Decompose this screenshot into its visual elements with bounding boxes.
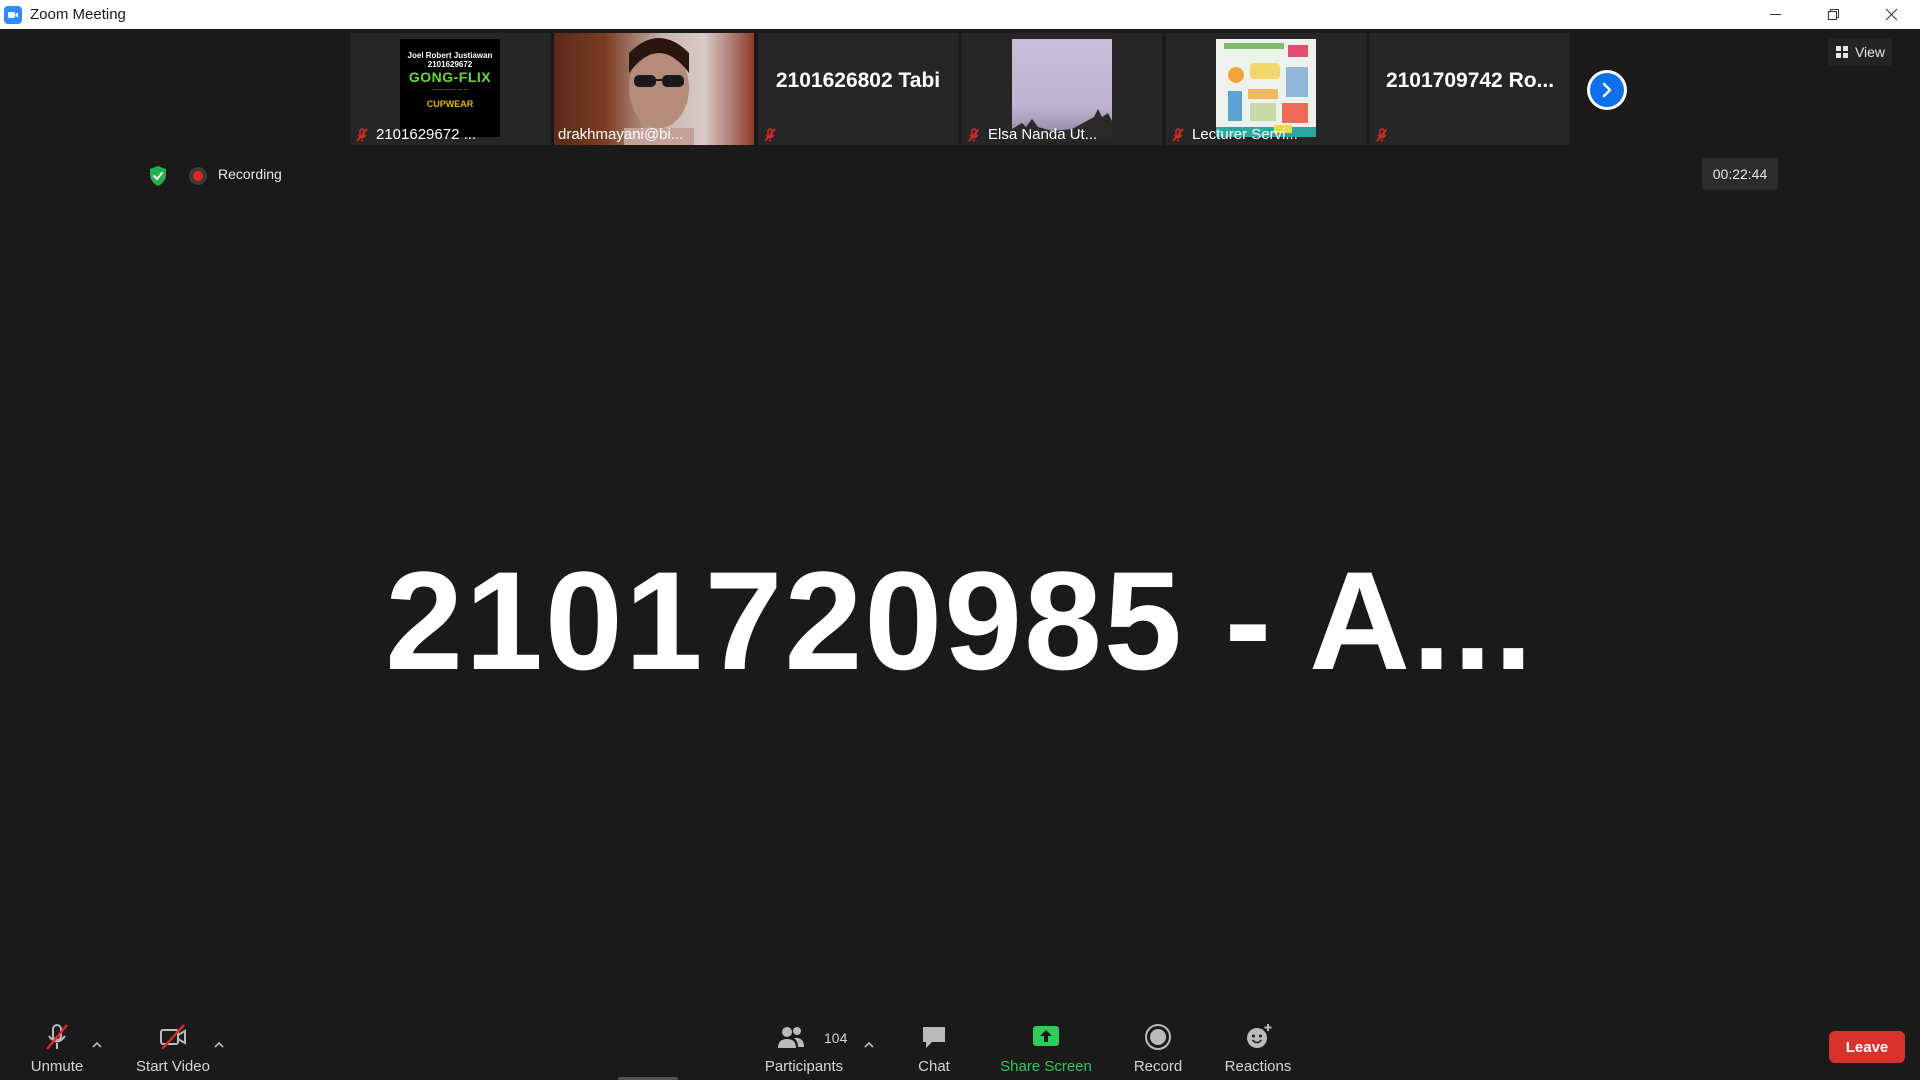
participant-caption xyxy=(1374,127,1390,143)
participant-name: 2101629672 ... xyxy=(376,126,477,143)
chevron-right-icon xyxy=(1590,73,1624,107)
start-video-button[interactable]: Start Video xyxy=(132,1008,214,1080)
share-screen-icon xyxy=(1033,1026,1059,1046)
meeting-timer: 00:22:44 xyxy=(1702,158,1778,190)
profile-text-line: — — — — — — xyxy=(431,87,469,93)
smiley-plus-icon xyxy=(1247,1024,1272,1048)
shield-check-icon[interactable] xyxy=(146,164,170,188)
tree-silhouette xyxy=(1012,109,1112,137)
participants-label: Participants xyxy=(764,1058,844,1075)
participant-tile[interactable]: 2101709742 Ro... xyxy=(1370,33,1570,145)
mic-muted-icon xyxy=(354,127,370,143)
participants-icon xyxy=(778,1027,804,1048)
chevron-up-icon xyxy=(92,1041,102,1048)
record-label: Record xyxy=(1133,1058,1183,1075)
chat-bubble-icon xyxy=(923,1027,945,1048)
recording-indicator-icon[interactable] xyxy=(189,167,207,185)
close-button[interactable] xyxy=(1862,0,1920,29)
participant-name: Elsa Nanda Ut... xyxy=(988,126,1098,143)
participant-tile[interactable]: Joel Robert Justiawan 2101629672 GONG-FL… xyxy=(350,33,550,145)
mic-muted-icon xyxy=(762,127,778,143)
mic-muted-icon xyxy=(966,127,982,143)
leave-button[interactable]: Leave xyxy=(1829,1031,1905,1063)
video-off-icon xyxy=(160,1024,186,1050)
participants-count: 104 xyxy=(824,1030,848,1046)
participants-options-button[interactable] xyxy=(862,1038,876,1052)
unmute-button[interactable]: Unmute xyxy=(24,1008,90,1080)
share-screen-label: Share Screen xyxy=(1000,1058,1092,1075)
participant-tile[interactable]: Lecturer Servi... xyxy=(1166,33,1366,145)
unmute-label: Unmute xyxy=(30,1058,84,1075)
profile-text-line: Joel Robert Justiawan xyxy=(407,51,493,60)
restore-button[interactable] xyxy=(1804,0,1862,29)
zoom-camera-icon xyxy=(4,5,22,24)
start-video-label: Start Video xyxy=(136,1058,210,1075)
recording-label: Recording xyxy=(218,166,282,182)
restore-icon xyxy=(1827,9,1839,20)
reactions-button[interactable]: Reactions xyxy=(1218,1008,1298,1080)
participant-caption: drakhmayani@bi... xyxy=(558,126,683,143)
mic-muted-icon xyxy=(1374,127,1390,143)
minimize-icon xyxy=(1769,14,1781,15)
next-page-button[interactable] xyxy=(1587,70,1627,110)
participant-caption: Elsa Nanda Ut... xyxy=(966,126,1097,143)
minimize-button[interactable] xyxy=(1746,0,1804,29)
participant-tile[interactable]: Elsa Nanda Ut... xyxy=(962,33,1162,145)
participant-name: 2101626802 Tabi xyxy=(775,69,941,92)
participant-caption xyxy=(762,127,778,143)
participant-caption: Lecturer Servi... xyxy=(1170,126,1298,143)
view-label: View xyxy=(1854,44,1886,60)
gallery-strip: Joel Robert Justiawan 2101629672 GONG-FL… xyxy=(350,33,1570,145)
close-icon xyxy=(1885,8,1897,21)
profile-text-line: GONG-FLIX xyxy=(408,69,492,85)
profile-picture: Joel Robert Justiawan 2101629672 GONG-FL… xyxy=(400,39,500,137)
grid-icon xyxy=(1835,46,1848,58)
participant-name: 2101709742 Ro... xyxy=(1385,69,1555,92)
participant-tile[interactable]: 2101626802 Tabi xyxy=(758,33,958,145)
participant-name: drakhmayani@bi... xyxy=(558,126,684,143)
meeting-toolbar: Unmute Start Video Participants 104 Chat xyxy=(0,1008,1920,1080)
mic-muted-icon xyxy=(1170,127,1186,143)
participant-caption: 2101629672 ... xyxy=(354,126,476,143)
mic-muted-icon xyxy=(46,1024,68,1050)
chevron-up-icon xyxy=(864,1041,874,1048)
participant-name: Lecturer Servi... xyxy=(1192,126,1298,143)
record-icon xyxy=(1145,1024,1171,1050)
audio-options-button[interactable] xyxy=(90,1038,104,1052)
view-button[interactable]: View xyxy=(1828,38,1892,66)
profile-picture xyxy=(1216,39,1316,137)
reactions-label: Reactions xyxy=(1224,1058,1292,1075)
record-button[interactable]: Record xyxy=(1124,1008,1192,1080)
profile-text-line: 2101629672 xyxy=(427,60,473,69)
chat-button[interactable]: Chat xyxy=(906,1008,962,1080)
window-title: Zoom Meeting xyxy=(30,6,126,23)
active-speaker-name: 2101720985 - A... xyxy=(385,542,1535,699)
window-controls xyxy=(1746,0,1920,29)
participant-tile[interactable]: drakhmayani@bi... xyxy=(554,33,754,145)
profile-text-line: CUPWEAR xyxy=(426,99,474,109)
poster-graphic xyxy=(1216,39,1316,137)
chat-label: Chat xyxy=(918,1058,950,1075)
video-options-button[interactable] xyxy=(212,1038,226,1052)
chevron-up-icon xyxy=(214,1041,224,1048)
share-screen-button[interactable]: Share Screen xyxy=(996,1008,1096,1080)
title-bar: Zoom Meeting xyxy=(0,0,1920,29)
profile-picture xyxy=(1012,39,1112,137)
